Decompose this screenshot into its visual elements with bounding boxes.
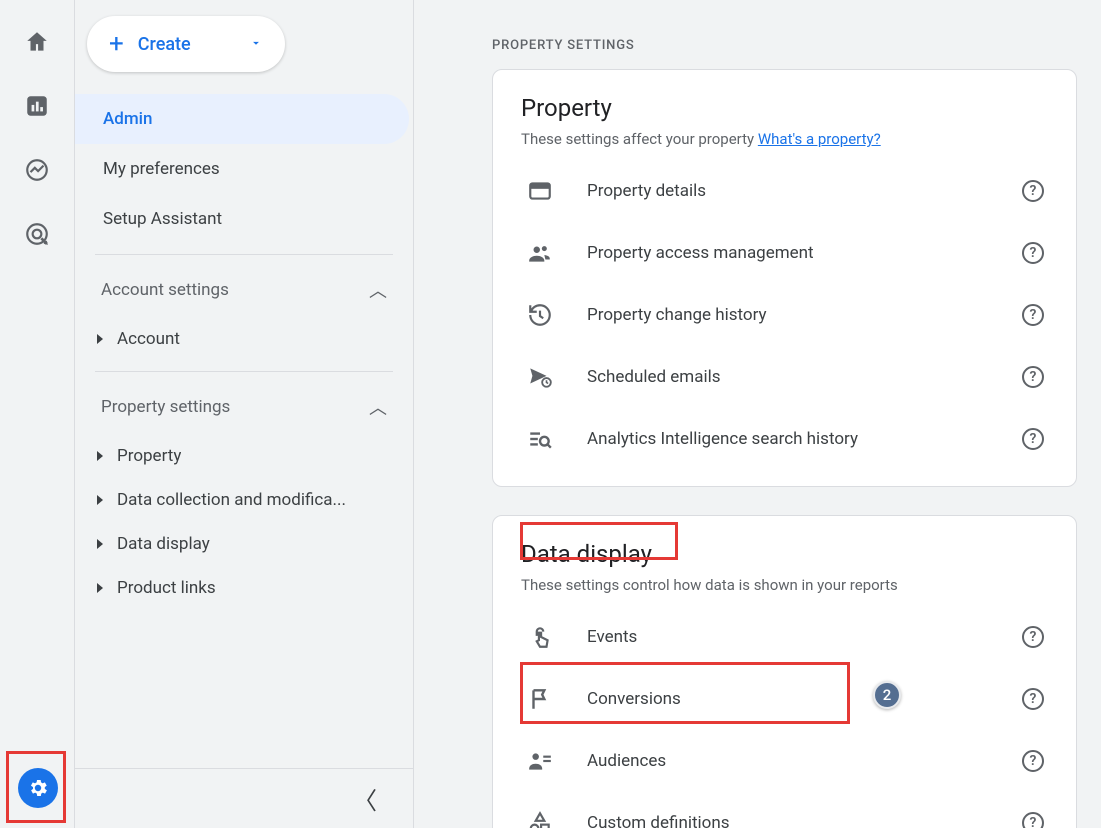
- sub-property-label: Property: [117, 446, 181, 466]
- data-display-title: Data display: [521, 540, 1048, 568]
- admin-gear-button[interactable]: [18, 768, 58, 808]
- card-icon: [525, 176, 555, 206]
- sub-account-label: Account: [117, 329, 180, 349]
- sub-data-display[interactable]: Data display: [75, 522, 413, 566]
- row-label: Conversions: [587, 689, 990, 709]
- shapes-icon: [525, 808, 555, 828]
- plus-icon: +: [109, 31, 124, 57]
- row-property-details[interactable]: Property details ?: [521, 160, 1048, 222]
- nav-setup-assistant[interactable]: Setup Assistant: [75, 194, 409, 244]
- advertising-icon[interactable]: [23, 220, 51, 248]
- row-custom-definitions[interactable]: Custom definitions ?: [521, 792, 1048, 828]
- divider: [95, 254, 393, 255]
- row-property-history[interactable]: Property change history ?: [521, 284, 1048, 346]
- whats-a-property-link[interactable]: What's a property?: [758, 130, 881, 148]
- row-audiences[interactable]: Audiences ?: [521, 730, 1048, 792]
- property-card: Property These settings affect your prop…: [492, 69, 1077, 487]
- property-settings-header: PROPERTY SETTINGS: [492, 0, 1077, 69]
- divider: [95, 371, 393, 372]
- help-icon[interactable]: ?: [1022, 180, 1044, 202]
- help-icon[interactable]: ?: [1022, 304, 1044, 326]
- section-property-settings[interactable]: Property settings ︿: [75, 376, 413, 434]
- sub-data-collection-label: Data collection and modifica...: [117, 490, 346, 510]
- reports-icon[interactable]: [23, 92, 51, 120]
- section-account-label: Account settings: [101, 280, 229, 300]
- sub-account[interactable]: Account: [75, 317, 413, 361]
- row-label: Analytics Intelligence search history: [587, 429, 990, 449]
- sub-property[interactable]: Property: [75, 434, 413, 478]
- arrow-right-icon: [97, 495, 103, 505]
- sidebar-footer: 〈: [75, 768, 413, 828]
- help-icon[interactable]: ?: [1022, 428, 1044, 450]
- help-icon[interactable]: ?: [1022, 688, 1044, 710]
- row-label: Property access management: [587, 243, 990, 263]
- data-display-desc: These settings control how data is shown…: [521, 576, 1048, 594]
- row-label: Audiences: [587, 751, 990, 771]
- row-scheduled-emails[interactable]: Scheduled emails ?: [521, 346, 1048, 408]
- section-property-label: Property settings: [101, 397, 230, 417]
- home-icon[interactable]: [23, 28, 51, 56]
- explore-icon[interactable]: [23, 156, 51, 184]
- sidebar: + Create Admin My preferences Setup Assi…: [74, 0, 414, 828]
- sub-product-links[interactable]: Product links: [75, 566, 413, 610]
- row-label: Property details: [587, 181, 990, 201]
- sub-data-collection[interactable]: Data collection and modifica...: [75, 478, 413, 522]
- sub-product-links-label: Product links: [117, 578, 216, 598]
- row-label: Events: [587, 627, 990, 647]
- row-property-access[interactable]: Property access management ?: [521, 222, 1048, 284]
- create-button[interactable]: + Create: [87, 16, 285, 72]
- send-clock-icon: [525, 362, 555, 392]
- row-events[interactable]: Events ?: [521, 606, 1048, 668]
- property-card-title: Property: [521, 94, 1048, 122]
- caret-down-icon: [249, 34, 263, 55]
- nav-my-preferences[interactable]: My preferences: [75, 144, 409, 194]
- arrow-right-icon: [97, 583, 103, 593]
- help-icon[interactable]: ?: [1022, 366, 1044, 388]
- sub-data-display-label: Data display: [117, 534, 210, 554]
- nav-admin[interactable]: Admin: [75, 94, 409, 144]
- touch-icon: [525, 622, 555, 652]
- row-conversions[interactable]: Conversions ?: [521, 668, 1048, 730]
- icon-rail: [0, 0, 74, 828]
- people-icon: [525, 238, 555, 268]
- section-account-settings[interactable]: Account settings ︿: [75, 259, 413, 317]
- arrow-right-icon: [97, 334, 103, 344]
- help-icon[interactable]: ?: [1022, 626, 1044, 648]
- data-display-card: Data display These settings control how …: [492, 515, 1077, 828]
- row-search-history[interactable]: Analytics Intelligence search history ?: [521, 408, 1048, 470]
- row-label: Scheduled emails: [587, 367, 990, 387]
- help-icon[interactable]: ?: [1022, 750, 1044, 772]
- arrow-right-icon: [97, 539, 103, 549]
- flag-icon: [525, 684, 555, 714]
- help-icon[interactable]: ?: [1022, 242, 1044, 264]
- search-list-icon: [525, 424, 555, 454]
- row-label: Property change history: [587, 305, 990, 325]
- arrow-right-icon: [97, 451, 103, 461]
- collapse-arrow-icon[interactable]: 〈: [353, 781, 377, 816]
- main-content: PROPERTY SETTINGS Property These setting…: [414, 0, 1101, 828]
- create-label: Create: [138, 34, 191, 55]
- history-icon: [525, 300, 555, 330]
- person-list-icon: [525, 746, 555, 776]
- annotation-badge-2: 2: [873, 681, 901, 709]
- property-card-desc: These settings affect your property What…: [521, 130, 1048, 148]
- chevron-up-icon: ︿: [369, 277, 387, 303]
- row-label: Custom definitions: [587, 813, 990, 828]
- chevron-up-icon: ︿: [369, 394, 387, 420]
- admin-gear-wrapper: [18, 768, 58, 808]
- property-desc-text: These settings affect your property: [521, 130, 758, 148]
- help-icon[interactable]: ?: [1022, 812, 1044, 828]
